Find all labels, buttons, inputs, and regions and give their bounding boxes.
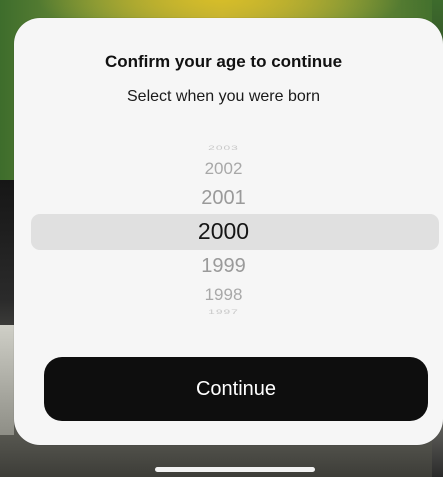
dialog-title: Confirm your age to continue (104, 52, 343, 71)
continue-button[interactable]: Continue (44, 357, 428, 421)
picker-year-option[interactable]: 1997 (14, 309, 433, 316)
picker-year-option[interactable]: 1998 (14, 286, 433, 303)
age-confirmation-sheet: Confirm your age to continue Select when… (14, 18, 443, 445)
picker-year-option[interactable]: 2001 (14, 188, 433, 208)
picker-year-option[interactable]: 2002 (14, 160, 433, 177)
picker-year-selected[interactable]: 2000 (14, 220, 433, 243)
picker-year-option[interactable]: 2003 (14, 145, 433, 152)
birth-year-picker[interactable]: 2003 2002 2001 2000 1999 1998 1997 (14, 138, 443, 328)
dialog-subtitle: Select when you were born (127, 88, 320, 105)
home-indicator[interactable] (155, 467, 315, 472)
picker-year-option[interactable]: 1999 (14, 256, 433, 276)
background-left-edge (0, 325, 14, 435)
